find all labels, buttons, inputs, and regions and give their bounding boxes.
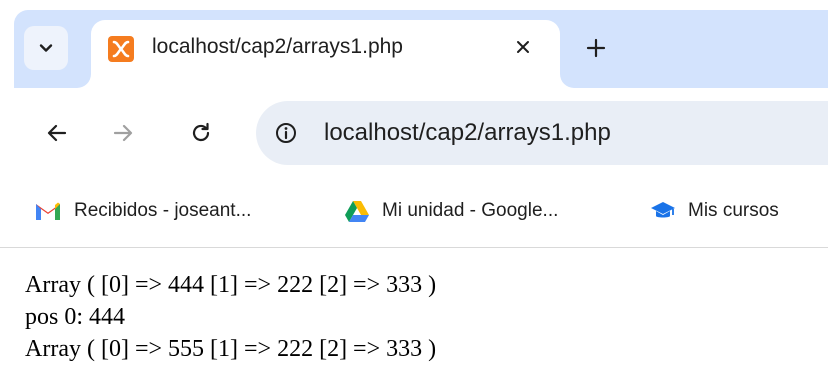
bookmark-gmail[interactable]: Recibidos - joseant...	[34, 196, 251, 226]
google-drive-icon	[345, 200, 369, 222]
new-tab-button[interactable]	[580, 32, 612, 64]
url-text[interactable]: localhost/cap2/arrays1.php	[324, 119, 611, 147]
forward-button[interactable]	[106, 116, 140, 150]
output-line: Array ( [0] => 444 [1] => 222 [2] => 333…	[25, 272, 437, 298]
graduation-cap-icon	[651, 202, 675, 218]
gmail-icon	[36, 202, 60, 220]
bookmark-label: Recibidos - joseant...	[74, 200, 252, 221]
reload-button[interactable]	[184, 116, 218, 150]
site-info-button[interactable]	[270, 117, 302, 149]
tab-close-button[interactable]	[508, 32, 538, 62]
bookmark-google-drive[interactable]: Mi unidad - Google...	[344, 196, 558, 226]
tab-search-button[interactable]	[24, 26, 68, 70]
bookmark-label: Mi unidad - Google...	[382, 200, 559, 221]
output-line: pos 0: 444	[25, 304, 126, 330]
back-button[interactable]	[40, 116, 74, 150]
plus-icon	[586, 38, 606, 58]
reload-icon	[192, 122, 210, 142]
info-icon	[276, 123, 296, 143]
bookmark-mis-cursos[interactable]: Mis cursos	[650, 196, 779, 226]
close-icon	[517, 41, 529, 53]
arrow-right-icon	[113, 124, 133, 142]
chevron-down-icon	[39, 44, 53, 52]
xampp-icon	[108, 36, 134, 62]
tab-title: localhost/cap2/arrays1.php	[152, 35, 403, 58]
bookmark-label: Mis cursos	[688, 200, 779, 221]
arrow-left-icon	[47, 124, 67, 142]
output-line: Array ( [0] => 555 [1] => 222 [2] => 333…	[25, 336, 437, 362]
page-content: Array ( [0] => 444 [1] => 222 [2] => 333…	[25, 269, 436, 365]
